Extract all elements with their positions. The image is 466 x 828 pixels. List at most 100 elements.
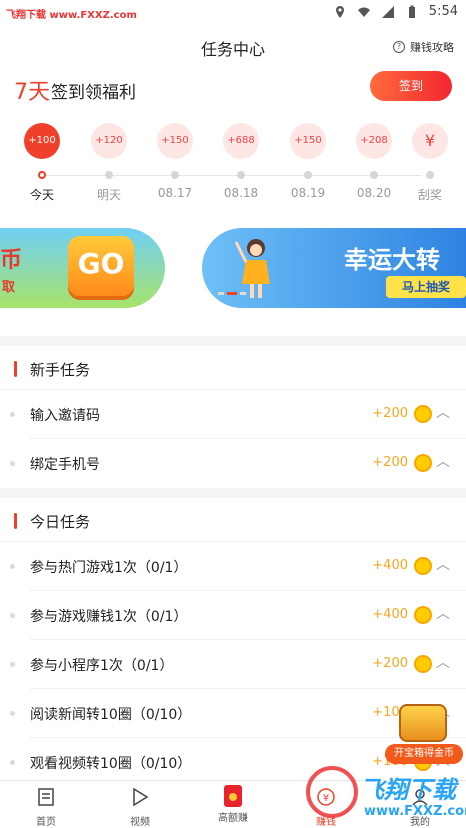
task-bullet — [10, 613, 15, 618]
pager-dot — [240, 292, 246, 295]
banner-left[interactable]: 币 取 GO — [0, 228, 165, 308]
carousel-pager — [218, 292, 246, 295]
location-icon — [335, 5, 344, 18]
day-label: 08.19 — [290, 186, 326, 200]
day-label: 明天 — [96, 188, 121, 202]
section-header-daily: 今日任务 — [0, 496, 466, 546]
timeline-dot — [304, 171, 312, 179]
task-name: 参与游戏赚钱1次（0/1） — [30, 609, 188, 625]
checkin-text: 签到领福利 — [51, 83, 136, 103]
chevron-up-icon[interactable]: ︿ — [436, 603, 450, 623]
gold-coin-icon — [414, 454, 432, 472]
chevron-up-icon[interactable]: ︿ — [436, 652, 450, 672]
watermark-url: www.FXXZ.com — [364, 804, 466, 819]
task-points: +200 — [372, 455, 408, 470]
gold-coin-icon — [414, 557, 432, 575]
task-name: 参与热门游戏1次（0/1） — [30, 560, 188, 576]
battery-icon — [408, 5, 415, 18]
task-bullet — [10, 564, 15, 569]
reward-coin[interactable]: +150 — [157, 123, 193, 159]
banner-left-subtext: 取 — [2, 280, 16, 295]
nav-video[interactable]: 视频 — [100, 781, 180, 828]
reward-coin[interactable]: +150 — [290, 123, 326, 159]
reward-coin[interactable]: +120 — [91, 123, 127, 159]
status-watermark: 飞翔下载 www.FXXZ.com — [6, 10, 137, 21]
nav-label: 视频 — [130, 817, 150, 828]
task-name: 观看视频转10圈（0/10） — [30, 756, 192, 772]
nav-label: 高额赚 — [218, 813, 248, 824]
timeline-dot — [38, 171, 46, 179]
play-icon — [133, 787, 149, 807]
day-label: 08.18 — [223, 186, 259, 200]
banner-left-text: 币 — [0, 248, 23, 273]
checkin-days: 7天 — [14, 80, 50, 105]
task-row[interactable]: 参与热门游戏1次（0/1） +400 ︿ — [0, 542, 466, 591]
timeline-dot — [370, 171, 378, 179]
reward-coin[interactable]: +688 — [223, 123, 259, 159]
task-bullet — [10, 711, 15, 716]
chevron-up-icon[interactable]: ︿ — [436, 554, 450, 574]
nav-home[interactable]: 首页 — [6, 781, 86, 828]
timeline-dot — [237, 171, 245, 179]
status-icons: 5:54 — [333, 4, 458, 19]
watermark-logo-icon — [306, 766, 358, 818]
section-accent-bar — [14, 361, 17, 377]
timeline-dot — [171, 171, 179, 179]
reward-timeline: +100 今天 +120 明天 +150 08.17 +688 08.18 +1… — [0, 120, 466, 210]
signal-icon — [381, 5, 394, 18]
lucky-wheel-title: 幸运大转 — [344, 246, 440, 274]
status-bar: 飞翔下载 www.FXXZ.com 5:54 — [0, 0, 466, 26]
status-time: 5:54 — [428, 4, 458, 19]
pager-dot — [218, 292, 224, 295]
draw-now-button[interactable]: 马上抽奖 — [386, 276, 466, 298]
section-title: 今日任务 — [30, 513, 91, 531]
task-name: 参与小程序1次（0/1） — [30, 658, 174, 674]
task-points: +400 — [372, 607, 408, 622]
home-icon — [38, 788, 54, 806]
red-packet-icon — [224, 785, 242, 807]
task-name: 阅读新闻转10圈（0/10） — [30, 707, 192, 723]
chevron-up-icon[interactable]: ︿ — [436, 451, 450, 471]
gold-coin-icon — [414, 655, 432, 673]
watermark-title: 飞翔下载 — [360, 776, 456, 804]
reward-coin-today[interactable]: +100 — [24, 123, 60, 159]
timeline-line — [42, 175, 422, 176]
banner-carousel[interactable]: 币 取 GO 幸运大转 马上抽奖 — [0, 228, 466, 310]
task-row[interactable]: 参与小程序1次（0/1） +200 ︿ — [0, 640, 466, 689]
site-watermark: 飞翔下载 www.FXXZ.com — [298, 764, 466, 826]
guide-link[interactable]: ? 赚钱攻略 — [393, 39, 454, 55]
scratch-card-icon[interactable]: ¥ — [412, 123, 448, 159]
nav-label: 首页 — [36, 817, 56, 828]
sign-in-button[interactable]: 签到 — [370, 71, 452, 101]
treasure-chest-icon — [399, 704, 447, 742]
nav-high-earn[interactable]: 高额赚 — [193, 781, 273, 828]
chest-label: 开宝箱得金币 — [385, 744, 463, 764]
section-header-newbie: 新手任务 — [0, 344, 466, 394]
section-title: 新手任务 — [30, 361, 91, 379]
reward-coin[interactable]: +208 — [356, 123, 392, 159]
section-accent-bar — [14, 513, 17, 529]
title-bar: 任务中心 ? 赚钱攻略 — [0, 30, 466, 66]
task-points: +400 — [372, 558, 408, 573]
gold-coin-icon — [414, 405, 432, 423]
task-bullet — [10, 760, 15, 765]
gold-coin-icon — [414, 606, 432, 624]
guide-label: 赚钱攻略 — [410, 41, 454, 54]
treasure-chest-button[interactable]: 开宝箱得金币 — [385, 700, 463, 768]
day-label: 刮奖 — [417, 188, 442, 202]
wifi-icon — [357, 7, 370, 17]
task-row[interactable]: 输入邀请码 +200 ︿ — [0, 390, 466, 439]
task-points: +200 — [372, 656, 408, 671]
banner-lucky-wheel[interactable]: 幸运大转 马上抽奖 — [202, 228, 466, 308]
day-label: 今天 — [29, 188, 54, 202]
task-bullet — [10, 461, 15, 466]
help-icon: ? — [393, 41, 405, 53]
pager-dot-active — [227, 292, 237, 295]
go-button[interactable]: GO — [68, 236, 134, 296]
timeline-dot — [105, 171, 113, 179]
task-row[interactable]: 绑定手机号 +200 ︿ — [0, 439, 466, 488]
chevron-up-icon[interactable]: ︿ — [436, 402, 450, 422]
task-bullet — [10, 412, 15, 417]
task-bullet — [10, 662, 15, 667]
task-row[interactable]: 参与游戏赚钱1次（0/1） +400 ︿ — [0, 591, 466, 640]
